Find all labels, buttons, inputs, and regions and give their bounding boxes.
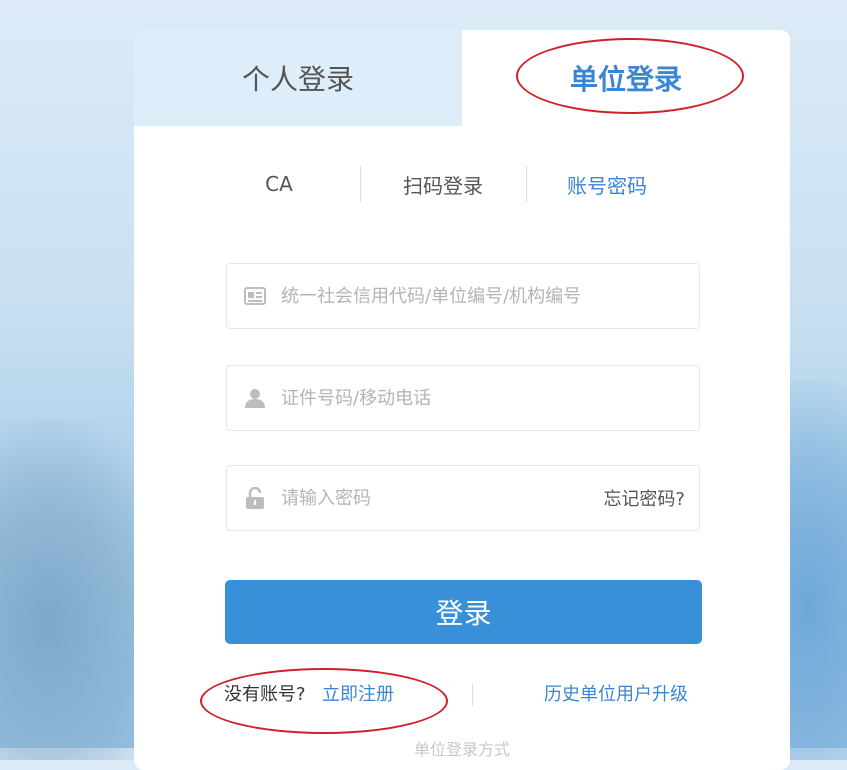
history-unit-upgrade-link[interactable]: 历史单位用户升级 — [544, 680, 688, 706]
tab-unit-login[interactable]: 单位登录 — [462, 30, 790, 126]
login-card: 个人登录 单位登录 CA 扫码登录 账号密码 统一社会信用代码/单位编号/机构编… — [134, 30, 790, 770]
tab-personal-login-label: 个人登录 — [241, 63, 354, 96]
subtab-divider — [360, 166, 361, 202]
bottom-links: 没有账号? 立即注册 历史单位用户升级 — [134, 676, 790, 712]
link-divider — [472, 684, 473, 706]
register-link[interactable]: 立即注册 — [322, 680, 394, 706]
password-input[interactable] — [279, 477, 604, 519]
id-card-icon — [243, 284, 267, 308]
login-method-tabs: CA 扫码登录 账号密码 — [134, 162, 790, 206]
id-phone-input[interactable] — [279, 377, 699, 419]
password-field: 忘记密码? — [226, 465, 700, 531]
lock-icon — [243, 486, 267, 510]
org-code-field — [226, 263, 700, 329]
tab-unit-login-label: 单位登录 — [569, 63, 682, 96]
tab-ca-label: CA — [265, 172, 293, 196]
org-code-input[interactable] — [279, 275, 699, 317]
tab-scan-login-label: 扫码登录 — [403, 173, 483, 198]
no-account-label: 没有账号? — [224, 684, 306, 705]
subtab-divider — [526, 166, 527, 202]
login-type-tabs: 个人登录 单位登录 — [134, 30, 790, 126]
tab-account-password-label: 账号密码 — [567, 173, 647, 198]
login-button[interactable]: 登录 — [225, 580, 702, 644]
user-icon — [243, 386, 267, 410]
tab-scan-login[interactable]: 扫码登录 — [364, 162, 522, 206]
forgot-password-link[interactable]: 忘记密码? — [603, 485, 685, 511]
tab-ca[interactable]: CA — [224, 162, 334, 206]
tab-account-password[interactable]: 账号密码 — [528, 162, 686, 206]
id-phone-field — [226, 365, 700, 431]
cutoff-text: 单位登录方式 — [413, 740, 510, 759]
tab-personal-login[interactable]: 个人登录 — [134, 30, 462, 126]
